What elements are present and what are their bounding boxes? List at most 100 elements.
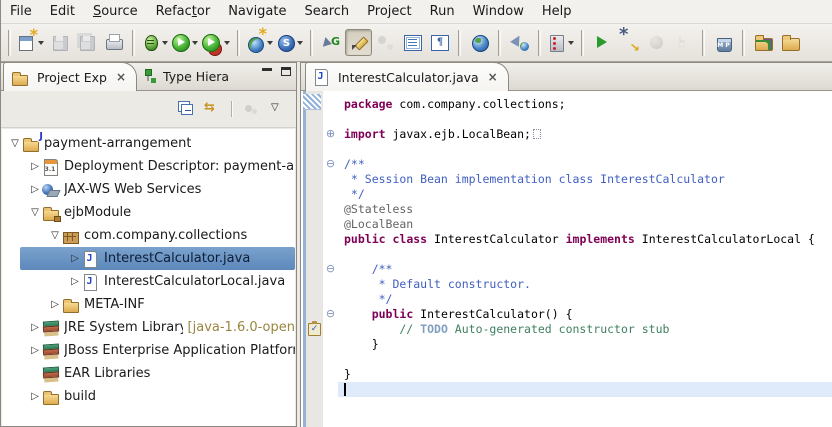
toolbar-group-handle[interactable] xyxy=(8,29,11,56)
expander-closed-icon[interactable]: ▷ xyxy=(28,339,42,362)
view-menu-icon[interactable] xyxy=(270,102,284,116)
tree-item-ejbmodule[interactable]: ▽ ejbModule xyxy=(2,201,295,224)
highlight-marker-button[interactable] xyxy=(345,29,372,56)
tree-item-interestcalculatorlocal-java[interactable]: ▷ InterestCalculatorLocal.java xyxy=(2,270,295,293)
tree-item-com-company-collections[interactable]: ▽ com.company.collections xyxy=(2,224,295,247)
code-line-9[interactable]: @LocalBean xyxy=(338,217,832,232)
menu-project[interactable]: Project xyxy=(358,2,420,21)
launch-web-app-button[interactable] xyxy=(506,29,533,56)
tab-interestcalculator-java[interactable]: InterestCalculator.java xyxy=(305,62,509,91)
dropdown-arrow-icon[interactable] xyxy=(568,40,574,45)
generate-web-service-button[interactable] xyxy=(318,29,345,56)
stop-button[interactable] xyxy=(643,29,670,56)
toolbar-group-handle[interactable] xyxy=(538,29,541,56)
link-with-editor-icon[interactable] xyxy=(204,101,219,116)
dropdown-arrow-icon[interactable] xyxy=(224,40,230,45)
mark-occurrences-button[interactable] xyxy=(372,29,399,56)
fold-expand-icon[interactable]: ⊕ xyxy=(323,127,338,142)
tree-item-jax-ws-web-services[interactable]: ▷ JAX-WS Web Services xyxy=(2,178,295,201)
code-area[interactable]: package com.company.collections; import j… xyxy=(338,91,832,427)
menu-help[interactable]: Help xyxy=(533,2,581,21)
expander-open-icon[interactable]: ▽ xyxy=(28,201,42,224)
expander-closed-icon[interactable]: ▷ xyxy=(48,293,62,316)
code-line-14[interactable]: */ xyxy=(338,292,832,307)
save-button[interactable] xyxy=(46,29,73,56)
expander-open-icon[interactable]: ▽ xyxy=(48,224,62,247)
fold-collapse-icon[interactable]: ⊖ xyxy=(323,157,338,172)
annotation-ruler[interactable] xyxy=(303,91,323,427)
step-wizard-button[interactable] xyxy=(616,26,643,56)
toolbar-group-handle[interactable] xyxy=(742,29,745,56)
minimize-icon[interactable] xyxy=(262,67,272,71)
code-line-3[interactable]: import javax.ejb.LocalBean; xyxy=(338,127,832,142)
server-palette-button[interactable] xyxy=(546,29,576,56)
expander-closed-icon[interactable]: ▷ xyxy=(68,247,82,270)
expander-closed-icon[interactable]: ▷ xyxy=(28,178,42,201)
code-line-6[interactable]: * Session Bean implementation class Inte… xyxy=(338,172,832,187)
task-marker-icon[interactable] xyxy=(308,321,321,336)
resume-button[interactable] xyxy=(589,29,616,56)
dropdown-arrow-icon[interactable] xyxy=(192,40,198,45)
dropdown-arrow-icon[interactable] xyxy=(162,40,168,45)
new-wizard-button[interactable] xyxy=(16,27,46,56)
toolbar-group-handle[interactable] xyxy=(702,29,705,56)
show-whitespace-button[interactable] xyxy=(426,29,453,56)
menu-file[interactable]: File xyxy=(1,2,41,21)
suspend-button[interactable] xyxy=(670,29,697,56)
toolbar-group-handle[interactable] xyxy=(132,29,135,56)
code-line-1[interactable]: package com.company.collections; xyxy=(338,97,832,112)
tree-item-jre-system-library[interactable]: ▷ JRE System Library [java-1.6.0-open xyxy=(2,316,295,339)
tree-item-deployment-descriptor-payment-arrangement[interactable]: ▷ Deployment Descriptor: payment-arrangem… xyxy=(2,155,295,178)
code-line-4[interactable] xyxy=(338,142,832,157)
collapse-all-icon[interactable] xyxy=(179,102,193,116)
code-line-12[interactable]: /** xyxy=(338,262,832,277)
menu-edit[interactable]: Edit xyxy=(41,2,84,21)
toolbar-group-handle[interactable] xyxy=(581,29,584,56)
toolbar-group-handle[interactable] xyxy=(498,29,501,56)
toolbar-group-handle[interactable] xyxy=(237,29,240,56)
expander-open-icon[interactable]: ▽ xyxy=(8,132,22,155)
dropdown-arrow-icon[interactable] xyxy=(297,40,303,45)
menu-window[interactable]: Window xyxy=(464,2,533,21)
fold-collapse-icon[interactable]: ⊖ xyxy=(323,262,338,277)
code-line-15[interactable]: public InterestCalculator() { xyxy=(338,307,832,322)
import-folder-button[interactable] xyxy=(750,29,777,56)
code-line-17[interactable]: } xyxy=(338,337,832,352)
show-list-view-button[interactable] xyxy=(399,29,426,56)
save-all-button[interactable] xyxy=(73,29,100,56)
toolbar-group-handle[interactable] xyxy=(458,29,461,56)
run-external-button[interactable] xyxy=(200,29,232,56)
code-line-19[interactable]: } xyxy=(338,367,832,382)
dropdown-arrow-icon[interactable] xyxy=(38,40,44,45)
toolbar-group-handle[interactable] xyxy=(310,29,313,56)
menu-search[interactable]: Search xyxy=(296,2,359,21)
soap-service-button[interactable] xyxy=(275,29,305,56)
menu-run[interactable]: Run xyxy=(421,2,464,21)
expander-closed-icon[interactable]: ▷ xyxy=(28,385,42,408)
clean-publish-button[interactable] xyxy=(710,29,737,56)
tree-item-payment-arrangement[interactable]: ▽ Jpayment-arrangement xyxy=(2,132,295,155)
code-line-11[interactable] xyxy=(338,247,832,262)
menu-refactor[interactable]: Refactor xyxy=(147,2,220,21)
print-button[interactable] xyxy=(100,29,127,56)
menu-source[interactable]: Source xyxy=(84,2,147,21)
code-line-2[interactable] xyxy=(338,112,832,127)
close-icon[interactable] xyxy=(488,71,498,83)
code-line-8[interactable]: @Stateless xyxy=(338,202,832,217)
tab-project-explorer[interactable]: Project Exp xyxy=(3,62,138,91)
new-web-service-button[interactable] xyxy=(245,26,275,56)
collapsed-region-box[interactable] xyxy=(532,129,541,139)
code-line-20[interactable] xyxy=(338,382,832,397)
tab-type-hierarchy[interactable]: Type Hiera xyxy=(137,62,239,90)
code-line-5[interactable]: /** xyxy=(338,157,832,172)
menu-navigate[interactable]: Navigate xyxy=(219,2,295,21)
open-folder-button[interactable] xyxy=(777,29,804,56)
folding-ruler[interactable]: ⊕ ⊖ ⊖ ⊖ xyxy=(323,91,338,427)
expander-closed-icon[interactable]: ▷ xyxy=(28,155,42,178)
expander-closed-icon[interactable]: ▷ xyxy=(68,270,82,293)
tree-item-interestcalculator-java[interactable]: ▷ InterestCalculator.java xyxy=(2,247,295,270)
code-line-7[interactable]: */ xyxy=(338,187,832,202)
code-line-18[interactable] xyxy=(338,352,832,367)
code-line-10[interactable]: public class InterestCalculator implemen… xyxy=(338,232,832,247)
code-line-13[interactable]: * Default constructor. xyxy=(338,277,832,292)
